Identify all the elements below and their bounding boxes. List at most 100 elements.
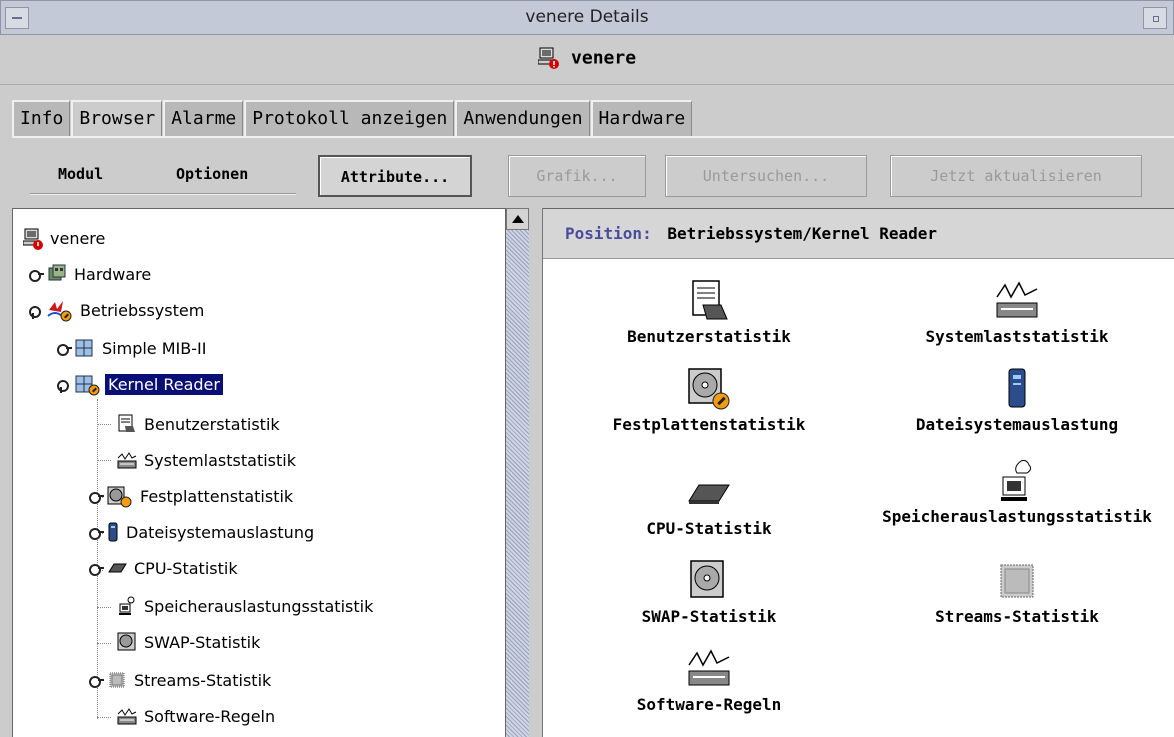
attribute-button[interactable]: Attribute... [318, 155, 472, 197]
grid-item-festplattenstatistik[interactable]: Festplattenstatistik [611, 367, 807, 434]
expand-toggle-icon[interactable] [89, 525, 104, 540]
tree-item-cpu-statistik[interactable]: CPU-Statistik [89, 555, 241, 581]
tree-item-label: Festplattenstatistik [140, 486, 294, 506]
tab-protokoll[interactable]: Protokoll anzeigen [244, 100, 455, 136]
tree-scrollbar[interactable] [505, 208, 529, 737]
user-stats-icon [117, 414, 137, 434]
tree-item-kernel-reader[interactable]: Kernel Reader [57, 371, 223, 397]
streams-chip-icon [995, 559, 1039, 603]
cpu-chip-icon [687, 471, 731, 515]
tree-connector [97, 607, 111, 608]
tree-item-festplattenstatistik[interactable]: Festplattenstatistik [89, 483, 296, 509]
tree-item-label: SWAP-Statistik [144, 632, 261, 652]
tree-item-systemlaststatistik[interactable]: Systemlaststatistik [117, 447, 299, 473]
collapse-toggle-icon[interactable] [57, 377, 71, 393]
scroll-up-arrow-icon[interactable] [506, 208, 529, 230]
tree-item-venere[interactable]: venere [22, 225, 108, 251]
position-bar: Position: Betriebssystem/Kernel Reader [543, 209, 1174, 259]
host-name: venere [571, 47, 637, 69]
tab-anwendungen[interactable]: Anwendungen [455, 100, 590, 136]
tree-item-swap-statistik[interactable]: SWAP-Statistik [117, 629, 263, 655]
operating-system-icon [47, 300, 73, 322]
grid-item-label: Benutzerstatistik [627, 327, 791, 346]
tab-hardware[interactable]: Hardware [590, 100, 693, 136]
grid-item-swap-statistik[interactable]: SWAP-Statistik [629, 559, 789, 626]
system-load-icon [995, 279, 1039, 323]
grid-item-speicherauslastungsstatistik[interactable]: Speicherauslastungsstatistik [869, 459, 1165, 526]
tree-item-hardware[interactable]: Hardware [29, 261, 154, 287]
maximize-button[interactable] [1143, 7, 1167, 29]
menu-optionen[interactable]: Optionen [176, 165, 248, 183]
tab-bar: Info Browser Alarme Protokoll anzeigen A… [12, 100, 693, 136]
tree-item-label: Software-Regeln [144, 706, 276, 726]
tree-item-label: Systemlaststatistik [144, 450, 296, 470]
window-titlebar: venere Details [0, 0, 1174, 35]
grid-item-label: Streams-Statistik [935, 607, 1099, 626]
expand-toggle-icon[interactable] [29, 267, 44, 282]
disk-icon [687, 367, 731, 411]
tree-item-label: venere [50, 228, 106, 248]
tree-connector [97, 460, 111, 461]
grid-item-label: Systemlaststatistik [925, 327, 1109, 346]
memory-icon [995, 459, 1039, 503]
filesystem-icon [995, 367, 1039, 411]
window-title: venere Details [525, 7, 649, 27]
collapse-toggle-icon[interactable] [29, 303, 43, 319]
tab-browser[interactable]: Browser [71, 100, 163, 136]
grid-item-label: Festplattenstatistik [612, 415, 806, 434]
module-tree[interactable]: venere Hardware Betriebssystem Simple MI… [12, 208, 529, 737]
software-rules-icon [687, 647, 731, 691]
grid-item-benutzerstatistik[interactable]: Benutzerstatistik [627, 279, 791, 346]
grid-item-software-regeln[interactable]: Software-Regeln [629, 647, 789, 714]
grid-item-systemlaststatistik[interactable]: Systemlaststatistik [913, 279, 1121, 346]
menu-separator [30, 193, 296, 195]
user-stats-icon [687, 279, 731, 323]
grid-item-label: Dateisystemauslastung [915, 415, 1119, 434]
filesystem-icon [107, 522, 119, 542]
expand-toggle-icon[interactable] [89, 561, 104, 576]
untersuchen-button[interactable]: Untersuchen... [665, 155, 867, 197]
position-path: Betriebssystem/Kernel Reader [667, 224, 938, 243]
tree-item-label: Simple MIB-II [102, 338, 207, 358]
tab-info[interactable]: Info [12, 100, 71, 136]
tree-item-simple-mib[interactable]: Simple MIB-II [57, 335, 209, 361]
aktualisieren-button[interactable]: Jetzt aktualisieren [890, 155, 1142, 197]
tree-item-label: Benutzerstatistik [144, 414, 280, 434]
tree-item-label: Betriebssystem [80, 300, 205, 320]
host-alarm-icon [22, 228, 43, 250]
cpu-chip-icon [107, 558, 127, 578]
tree-item-benutzerstatistik[interactable]: Benutzerstatistik [117, 411, 283, 437]
tab-alarme[interactable]: Alarme [163, 100, 244, 136]
menu-modul[interactable]: Modul [58, 165, 103, 183]
module-icon [75, 338, 95, 358]
split-divider[interactable] [529, 208, 543, 737]
expand-toggle-icon[interactable] [89, 673, 104, 688]
tab-divider [12, 136, 1174, 138]
tree-connector [97, 643, 111, 644]
grid-item-streams-statistik[interactable]: Streams-Statistik [925, 559, 1109, 626]
tree-item-software-regeln[interactable]: Software-Regeln [117, 703, 278, 729]
system-load-icon [117, 450, 137, 470]
swap-disk-icon [687, 559, 731, 603]
software-rules-icon [117, 706, 137, 726]
tree-connector [97, 424, 111, 425]
grid-item-cpu-statistik[interactable]: CPU-Statistik [629, 471, 789, 538]
module-warning-icon [75, 374, 101, 396]
grid-item-label: SWAP-Statistik [641, 607, 777, 626]
grid-item-label: CPU-Statistik [646, 519, 772, 538]
tree-item-speicherauslastung[interactable]: Speicherauslastungsstatistik [117, 593, 376, 619]
disk-warning-icon [107, 486, 133, 508]
tree-connector [97, 717, 111, 718]
tree-item-dateisystemauslastung[interactable]: Dateisystemauslastung [89, 519, 317, 545]
tree-item-streams-statistik[interactable]: Streams-Statistik [89, 667, 274, 693]
memory-icon [117, 596, 137, 616]
grid-item-label: Speicherauslastungsstatistik [882, 507, 1152, 526]
tree-item-betriebssystem[interactable]: Betriebssystem [29, 297, 207, 323]
tree-item-label: Streams-Statistik [134, 670, 272, 690]
grid-item-dateisystemauslastung[interactable]: Dateisystemauslastung [897, 367, 1137, 434]
expand-toggle-icon[interactable] [89, 489, 104, 504]
expand-toggle-icon[interactable] [57, 341, 72, 356]
grafik-button[interactable]: Grafik... [508, 155, 646, 197]
grid-item-label: Software-Regeln [636, 695, 782, 714]
tree-item-label: Kernel Reader [105, 373, 223, 395]
